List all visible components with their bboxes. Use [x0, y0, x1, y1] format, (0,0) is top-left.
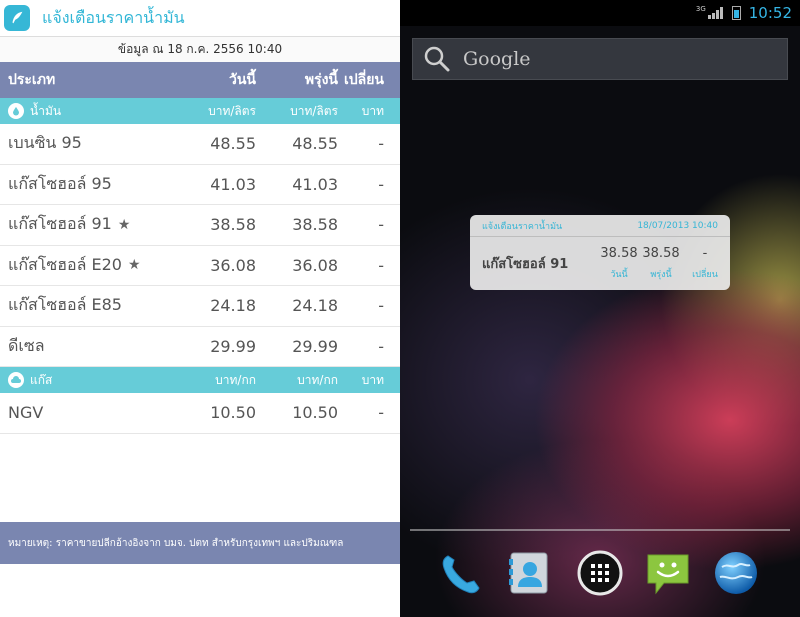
price-change: -	[378, 296, 384, 316]
contacts-icon[interactable]	[504, 548, 554, 598]
widget-datetime: 18/07/2013 10:40	[637, 220, 718, 231]
app-title: แจ้งเตือนราคาน้ำมัน	[42, 7, 185, 27]
header-today: วันนี้	[228, 72, 256, 88]
price-row[interactable]: แก๊สโซฮอล์ 91 ★ 38.58 38.58 -	[0, 205, 400, 246]
fuel-name: เบนซิน 95	[8, 133, 82, 153]
oil-price-list: เบนซิน 95 48.55 48.55 - แก๊สโซฮอล์ 95 41.03 41…	[0, 124, 400, 367]
header-change: เปลี่ยน	[343, 72, 384, 88]
phone-icon[interactable]	[436, 548, 486, 598]
widget-header: แจ้งเตือนราคาน้ำมัน 18/07/2013 10:40	[470, 215, 730, 237]
signal-icon	[707, 7, 724, 19]
search-icon	[424, 46, 450, 72]
fuel-name: แก๊สโซฮอล์ 95	[8, 173, 112, 193]
fuel-name: NGV	[8, 403, 44, 423]
battery-icon	[731, 6, 741, 20]
oil-unit-change: บาท	[361, 103, 384, 118]
price-change: -	[378, 215, 384, 235]
google-search-bar[interactable]: Google	[412, 38, 788, 80]
price-today: 24.18	[210, 296, 256, 316]
fuel-name: แก๊สโซฮอล์ E85	[8, 295, 122, 315]
gas-unit-tomorrow: บาท/กก	[297, 372, 338, 387]
fuel-name: แก๊สโซฮอล์ 91	[8, 214, 112, 234]
footer-note: หมายเหตุ: ราคาขายปลีกอ้างอิงจาก บมจ. ปตท…	[0, 522, 400, 564]
widget-change-value: -	[702, 246, 708, 261]
search-label: Google	[463, 48, 531, 70]
widget-change-label: เปลี่ยน	[692, 270, 718, 280]
price-change: -	[378, 255, 384, 275]
price-tomorrow: 48.55	[292, 134, 338, 154]
data-date: ข้อมูล ณ 18 ก.ค. 2556 10:40	[0, 36, 400, 62]
widget-title: แจ้งเตือนราคาน้ำมัน	[482, 221, 563, 232]
app-drawer-icon[interactable]	[575, 548, 625, 598]
price-row[interactable]: แก๊สโซฮอล์ 95 41.03 41.03 -	[0, 165, 400, 205]
star-icon[interactable]: ★	[118, 217, 131, 233]
price-change: -	[378, 336, 384, 356]
price-row[interactable]: NGV 10.50 10.50 -	[0, 393, 400, 434]
fuel-price-app: แจ้งเตือนราคาน้ำมัน ข้อมูล ณ 18 ก.ค. 255…	[0, 0, 400, 617]
fuel-name: ดีเซล	[8, 335, 45, 355]
price-change: -	[378, 174, 384, 194]
price-tomorrow: 10.50	[292, 403, 338, 423]
oil-section-label: น้ำมัน	[30, 103, 62, 118]
table-header: ประเภท วันนี้ พรุ่งนี้ เปลี่ยน	[0, 62, 400, 98]
header-tomorrow: พรุ่งนี้	[304, 72, 338, 88]
action-bar: แจ้งเตือนราคาน้ำมัน	[0, 0, 400, 36]
star-icon[interactable]: ★	[128, 257, 141, 273]
gas-unit-change: บาท	[361, 372, 384, 387]
status-bar: 3G 10:52	[400, 0, 800, 26]
price-tomorrow: 38.58	[292, 215, 338, 235]
widget-today-value: 38.58	[600, 246, 638, 261]
price-tomorrow: 24.18	[292, 296, 338, 316]
widget-fuel-name: แก๊สโซฮอล์ 91	[482, 257, 569, 272]
price-today: 48.55	[210, 134, 256, 154]
browser-icon[interactable]	[711, 548, 761, 598]
price-today: 38.58	[210, 215, 256, 235]
price-today: 10.50	[210, 403, 256, 423]
price-today: 29.99	[210, 336, 256, 356]
app-logo-icon[interactable]	[4, 5, 30, 31]
home-screen: 3G 10:52 Google แจ้งเตือนราคาน้ำมัน 18/0…	[400, 0, 800, 617]
price-row[interactable]: ดีเซล 29.99 29.99 -	[0, 327, 400, 367]
price-row[interactable]: เบนซิน 95 48.55 48.55 -	[0, 124, 400, 165]
gas-section-label: แก๊ส	[30, 372, 53, 387]
clock: 10:52	[748, 4, 792, 22]
gas-section-header: แก๊ส บาท/กก บาท/กก บาท	[0, 367, 400, 393]
oil-unit-today: บาท/ลิตร	[208, 103, 256, 118]
gas-cloud-icon	[8, 372, 24, 388]
price-row[interactable]: แก๊สโซฮอล์ E85 24.18 24.18 -	[0, 286, 400, 327]
fuel-price-widget[interactable]: แจ้งเตือนราคาน้ำมัน 18/07/2013 10:40 แก๊…	[470, 215, 730, 290]
widget-tomorrow-value: 38.58	[642, 246, 680, 261]
widget-tomorrow-label: พรุ่งนี้	[650, 270, 672, 280]
price-today: 41.03	[210, 174, 256, 194]
price-change: -	[378, 134, 384, 154]
fuel-name: แก๊สโซฮอล์ E20	[8, 254, 122, 274]
network-type: 3G	[695, 5, 706, 13]
price-tomorrow: 41.03	[292, 174, 338, 194]
gas-price-list: NGV 10.50 10.50 -	[0, 393, 400, 434]
messaging-icon[interactable]	[643, 548, 693, 598]
gas-unit-today: บาท/กก	[215, 372, 256, 387]
price-row[interactable]: แก๊สโซฮอล์ E20 ★ 36.08 36.08 -	[0, 246, 400, 286]
price-tomorrow: 29.99	[292, 336, 338, 356]
price-tomorrow: 36.08	[292, 255, 338, 275]
oil-drop-icon	[8, 103, 24, 119]
widget-today-label: วันนี้	[610, 270, 628, 280]
header-type: ประเภท	[8, 72, 56, 88]
price-today: 36.08	[210, 255, 256, 275]
price-change: -	[378, 403, 384, 423]
dock-divider	[410, 529, 790, 531]
oil-unit-tomorrow: บาท/ลิตร	[290, 103, 338, 118]
dock	[400, 548, 800, 604]
oil-section-header: น้ำมัน บาท/ลิตร บาท/ลิตร บาท	[0, 98, 400, 124]
